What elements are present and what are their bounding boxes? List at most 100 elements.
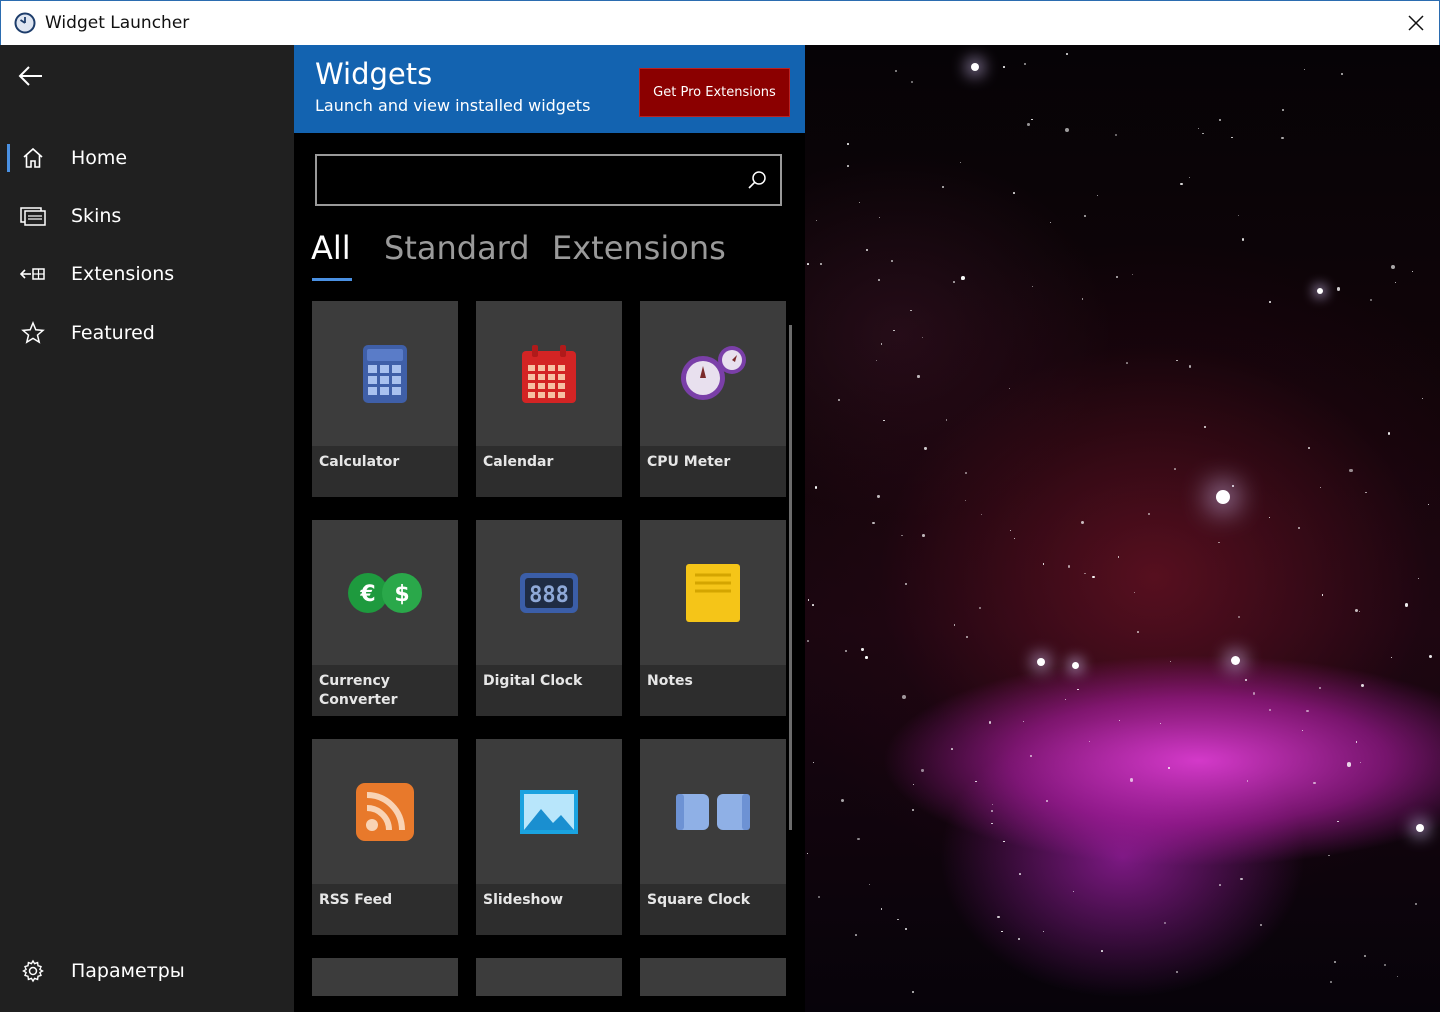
star (1396, 976, 1398, 978)
nav-label-extensions: Extensions (71, 263, 175, 285)
nav-label-skins: Skins (71, 205, 122, 227)
star (901, 534, 903, 536)
star (991, 822, 993, 825)
star (1334, 960, 1337, 963)
star (1237, 214, 1240, 216)
widget-tile-calendar[interactable]: Calendar (476, 301, 622, 497)
star (1427, 503, 1430, 506)
star (1387, 432, 1390, 435)
star (875, 360, 878, 362)
widget-tile-square-clock[interactable]: Square Clock (640, 739, 786, 935)
navigation-pane: Home Skins Extensions Featured Параметры (0, 45, 294, 1012)
back-arrow-icon (18, 66, 42, 86)
star (1329, 980, 1333, 984)
star (858, 201, 861, 204)
search-input[interactable] (327, 156, 737, 204)
nav-item-settings[interactable]: Параметры (0, 947, 294, 995)
star (861, 648, 864, 651)
gear-icon (20, 958, 46, 984)
star (1126, 362, 1128, 364)
star (808, 599, 810, 601)
widget-tile-digital-clock[interactable]: 888 Digital Clock (476, 520, 622, 716)
widget-label: Calculator (319, 454, 400, 470)
nav-label-home: Home (71, 147, 128, 169)
star (1129, 778, 1134, 782)
nav-item-featured[interactable]: Featured (0, 309, 294, 357)
bright-star (1071, 661, 1079, 669)
star (890, 259, 893, 262)
star (1096, 195, 1098, 197)
star (894, 70, 897, 73)
star (945, 419, 948, 422)
star (1252, 691, 1256, 695)
bright-star (971, 63, 979, 71)
star (1404, 603, 1409, 607)
star (911, 80, 914, 84)
notes-icon (686, 563, 740, 622)
star (813, 761, 815, 763)
star (806, 852, 809, 855)
star (1421, 397, 1424, 399)
svg-text:$: $ (394, 582, 409, 607)
svg-text:888: 888 (529, 583, 569, 608)
star (1281, 136, 1284, 140)
star (961, 275, 965, 280)
star (1269, 301, 1272, 304)
tab-extensions[interactable]: Extensions (552, 229, 726, 267)
bright-star (1317, 288, 1323, 294)
star (1174, 468, 1176, 470)
star (1175, 971, 1178, 974)
star (868, 883, 871, 886)
widget-tile-rss-feed[interactable]: RSS Feed (312, 739, 458, 935)
tab-all[interactable]: All (311, 229, 351, 267)
star (1067, 565, 1071, 568)
calculator-icon (363, 344, 407, 403)
star (1132, 274, 1134, 276)
star (1268, 517, 1271, 519)
star (847, 143, 849, 145)
nav-item-extensions[interactable]: Extensions (0, 250, 294, 298)
widgets-panel: Widgets Launch and view installed widget… (294, 45, 805, 1012)
star (1241, 238, 1244, 241)
close-button[interactable] (1403, 10, 1429, 36)
star (1244, 678, 1247, 681)
star (965, 635, 969, 638)
search-icon[interactable] (746, 169, 768, 191)
star (1050, 221, 1052, 223)
star (1133, 591, 1136, 593)
get-pro-extensions-button[interactable]: Get Pro Extensions (639, 68, 790, 117)
star (1100, 950, 1103, 952)
star (1118, 719, 1121, 722)
nav-item-skins[interactable]: Skins (0, 192, 294, 240)
extensions-icon (20, 261, 46, 287)
widget-tile-currency-converter[interactable]: € $ Currency Converter (312, 520, 458, 716)
star (1281, 109, 1284, 111)
star (1384, 964, 1387, 967)
tab-standard[interactable]: Standard (384, 229, 530, 267)
app-clock-icon (14, 12, 36, 34)
star (857, 837, 860, 841)
star (816, 220, 818, 222)
nav-item-home[interactable]: Home (0, 134, 294, 182)
widget-tile-notes[interactable]: Notes (640, 520, 786, 716)
star (912, 991, 914, 993)
star (1083, 214, 1087, 218)
widget-tile-calculator[interactable]: Calculator (312, 301, 458, 497)
widget-tile-partial[interactable] (640, 958, 786, 996)
bright-star (1216, 490, 1230, 504)
widget-tile-cpu-meter[interactable]: CPU Meter (640, 301, 786, 497)
star (1202, 132, 1204, 135)
star (1009, 529, 1012, 532)
scrollbar[interactable] (789, 325, 792, 830)
digital-clock-icon: 888 (520, 572, 578, 613)
widget-tile-slideshow[interactable]: Slideshow (476, 739, 622, 935)
star (991, 803, 993, 806)
widget-tile-partial[interactable] (476, 958, 622, 996)
widget-tile-partial[interactable] (312, 958, 458, 996)
back-button[interactable] (14, 59, 48, 93)
star (1064, 127, 1069, 132)
star (1313, 781, 1316, 785)
star (989, 721, 992, 724)
star (1417, 577, 1419, 579)
star (1073, 890, 1075, 892)
